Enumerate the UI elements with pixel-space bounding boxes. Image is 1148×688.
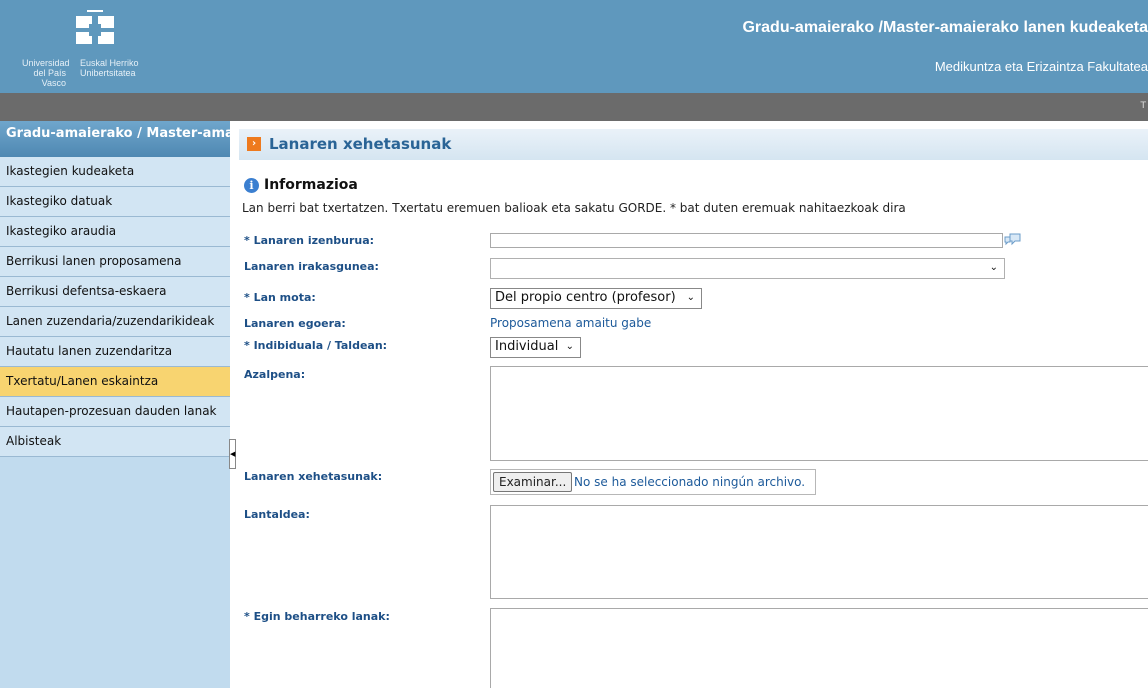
main-content: › Lanaren xehetasunak i Informazioa Lan …: [239, 121, 1148, 688]
file-status: No se ha seleccionado ningún archivo.: [574, 475, 806, 489]
tasks-label: * Egin beharreko lanak:: [244, 610, 390, 623]
sidebar-item-ikastegien-kudeaketa[interactable]: Ikastegien kudeaketa: [0, 157, 230, 187]
type-select-value: Del propio centro (profesor): [495, 290, 676, 305]
sidebar-item-zuzendariak[interactable]: Lanen zuzendaria/zuzendarikideak: [0, 307, 230, 337]
sidebar-item-berrikusi-defentsa[interactable]: Berrikusi defentsa-eskaera: [0, 277, 230, 307]
app-title: Gradu-amaierako /Master-amaierako lanen …: [742, 19, 1148, 36]
sidebar-item-ikastegiko-araudia[interactable]: Ikastegiko araudia: [0, 217, 230, 247]
app-header: Universidad del País Vasco Euskal Herrik…: [0, 0, 1148, 93]
type-select[interactable]: Del propio centro (profesor) ⌄: [490, 288, 702, 309]
sidebar-item-hautatu-zuzendaritza[interactable]: Hautatu lanen zuzendaritza: [0, 337, 230, 367]
status-value: Proposamena amaitu gabe: [490, 316, 652, 330]
university-name-es: Universidad del País Vasco: [22, 58, 70, 88]
description-label: Azalpena:: [244, 368, 306, 381]
info-icon: i: [244, 178, 259, 193]
sidebar: Gradu-amaierako / Master-amaierako lanak…: [0, 121, 230, 688]
mode-label: * Indibiduala / Taldean:: [244, 339, 388, 352]
description-textarea[interactable]: [490, 366, 1148, 461]
mode-select-value: Individual: [495, 339, 559, 354]
speech-bubble-icon[interactable]: [1004, 233, 1022, 247]
sidebar-heading: Gradu-amaierako / Master-amaierako lanak: [0, 121, 230, 157]
section-header: › Lanaren xehetasunak: [239, 129, 1148, 160]
sidebar-item-txertatu-eskaintza[interactable]: Txertatu/Lanen eskaintza: [0, 367, 230, 397]
toolbar-marker: T: [1140, 101, 1147, 111]
title-input[interactable]: [490, 233, 1003, 248]
chevron-down-icon: ⌄: [686, 292, 695, 303]
faculty-name: Medikuntza eta Erizaintza Fakultatea: [934, 59, 1148, 74]
status-label: Lanaren egoera:: [244, 317, 346, 330]
sidebar-item-ikastegiko-datuak[interactable]: Ikastegiko datuak: [0, 187, 230, 217]
university-logo[interactable]: Universidad del País Vasco Euskal Herrik…: [14, 6, 174, 88]
browse-button[interactable]: Examinar...: [493, 472, 573, 492]
toolbar-strip: T: [0, 93, 1148, 121]
sidebar-item-berrikusi-proposamena[interactable]: Berrikusi lanen proposamena: [0, 247, 230, 277]
chevron-down-icon: ⌄: [565, 341, 574, 352]
team-label: Lantaldea:: [244, 508, 310, 521]
ehu-logo-icon: [76, 10, 114, 44]
details-label: Lanaren xehetasunak:: [244, 470, 383, 483]
department-label: Lanaren irakasgunea:: [244, 260, 379, 273]
tasks-textarea[interactable]: [490, 608, 1148, 688]
sidebar-collapse-handle[interactable]: ◀: [229, 439, 236, 469]
sidebar-item-hautapen-prozesua[interactable]: Hautapen-prozesuan dauden lanak: [0, 397, 230, 427]
team-textarea[interactable]: [490, 505, 1148, 599]
mode-select[interactable]: Individual ⌄: [490, 337, 581, 358]
section-title: Lanaren xehetasunak: [269, 135, 452, 153]
department-select[interactable]: ⌄: [490, 258, 1005, 279]
arrow-right-icon: ›: [247, 137, 261, 151]
title-label: * Lanaren izenburua:: [244, 234, 375, 247]
type-label: * Lan mota:: [244, 291, 316, 304]
info-text: Lan berri bat txertatzen. Txertatu eremu…: [242, 201, 906, 215]
chevron-down-icon: ⌄: [989, 262, 998, 273]
info-title: Informazioa: [264, 177, 358, 193]
university-name-eu: Euskal Herriko Unibertsitatea: [80, 58, 139, 78]
sidebar-item-albisteak[interactable]: Albisteak: [0, 427, 230, 457]
